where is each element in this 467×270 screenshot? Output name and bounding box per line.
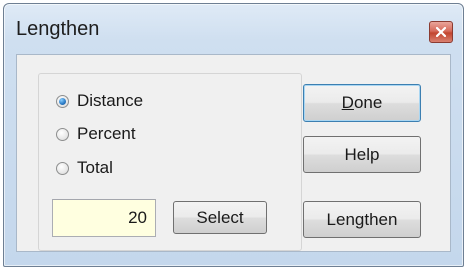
- mode-group: Distance Percent Total Select: [38, 73, 302, 251]
- lengthen-button[interactable]: Lengthen: [303, 201, 421, 238]
- radio-percent[interactable]: Percent: [56, 124, 136, 144]
- close-button[interactable]: [429, 21, 453, 43]
- close-icon: [436, 27, 446, 37]
- radio-total[interactable]: Total: [56, 158, 113, 178]
- radio-button-selected[interactable]: [56, 94, 69, 108]
- value-input[interactable]: [52, 199, 156, 237]
- radio-button[interactable]: [56, 161, 69, 175]
- radio-percent-label: Percent: [77, 124, 136, 143]
- help-button[interactable]: Help: [303, 136, 421, 173]
- dialog-body: Distance Percent Total Select Done Help …: [16, 54, 451, 252]
- radio-button[interactable]: [56, 127, 69, 141]
- radio-distance[interactable]: Distance: [56, 91, 143, 111]
- done-button[interactable]: Done: [303, 84, 421, 122]
- lengthen-dialog: Lengthen Distance Percent Total Select: [3, 3, 464, 267]
- done-mnemonic: D: [341, 93, 354, 112]
- dialog-title: Lengthen: [16, 18, 100, 40]
- radio-distance-label: Distance: [77, 91, 144, 110]
- radio-total-label: Total: [77, 158, 113, 177]
- select-button[interactable]: Select: [173, 201, 267, 234]
- done-label-rest: one: [353, 93, 383, 112]
